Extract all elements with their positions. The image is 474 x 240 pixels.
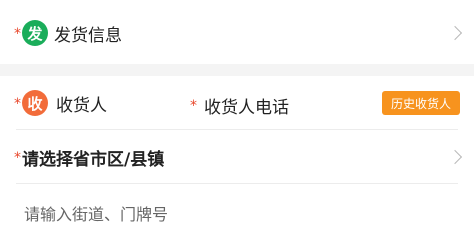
chevron-right-icon[interactable] <box>447 25 463 41</box>
shipping-info-title: 发货信息 <box>54 25 122 46</box>
required-mark: * <box>14 96 21 112</box>
receive-badge-icon: 收 <box>22 90 48 116</box>
shipping-form: * 发 发货信息 * 收 收货人 * 收货人电话 历史收货人 * 请选择省市区/… <box>0 0 474 240</box>
divider <box>16 129 458 130</box>
section-gap <box>0 64 474 76</box>
ship-badge-icon: 发 <box>22 20 48 46</box>
history-receiver-button[interactable]: 历史收货人 <box>382 91 460 115</box>
region-select-label: 请选择省市区/县镇 <box>22 149 165 170</box>
region-select-row[interactable]: * 请选择省市区/县镇 <box>0 142 474 172</box>
required-mark: * <box>190 98 197 114</box>
shipping-info-row[interactable]: * 发 发货信息 <box>0 16 474 50</box>
street-address-input[interactable]: 请输入街道、门牌号 <box>24 201 168 225</box>
street-input-row[interactable]: 请输入街道、门牌号 <box>0 198 474 228</box>
receiver-phone-field[interactable]: 收货人电话 <box>204 93 289 118</box>
required-mark: * <box>14 150 21 166</box>
chevron-right-icon[interactable] <box>447 149 463 165</box>
divider <box>16 183 458 184</box>
required-mark: * <box>14 26 21 42</box>
receiver-name-field[interactable]: 收货人 <box>56 91 107 116</box>
